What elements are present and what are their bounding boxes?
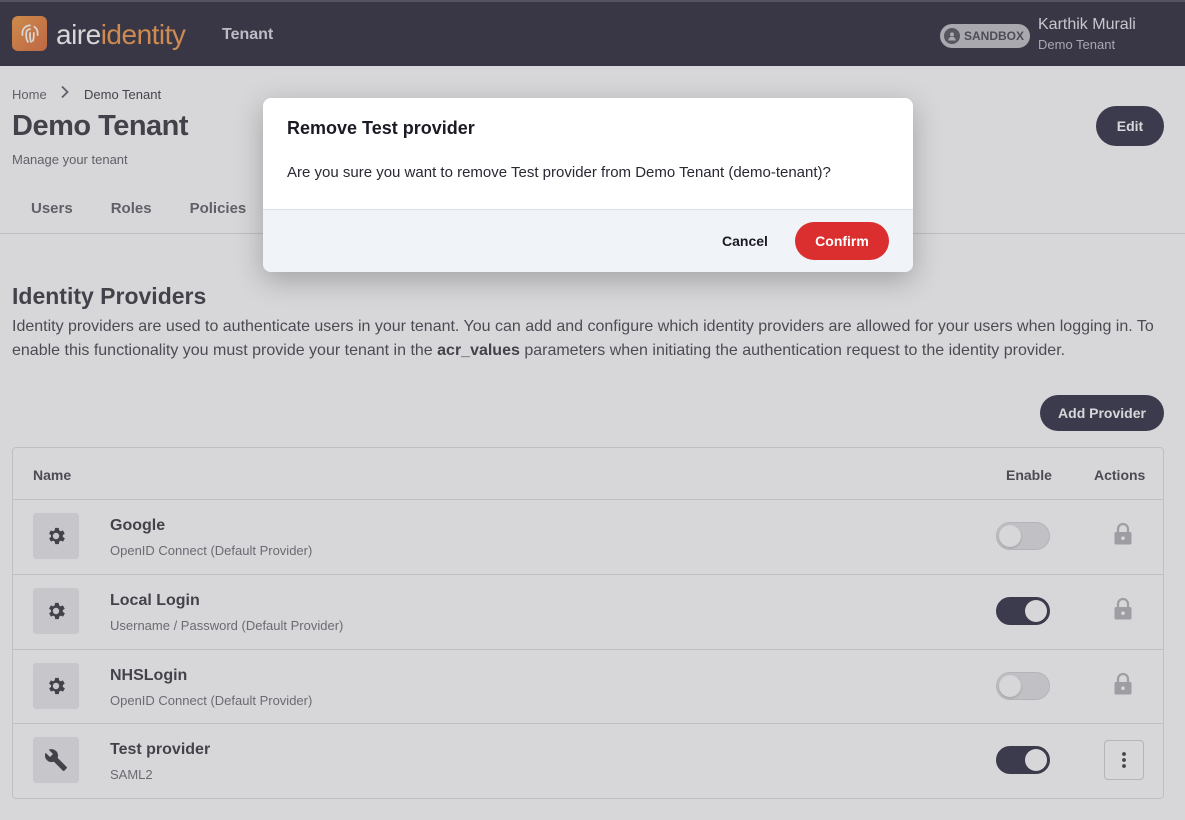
- remove-provider-dialog: Remove Test provider Are you sure you wa…: [263, 98, 913, 272]
- dialog-message: Are you sure you want to remove Test pro…: [287, 164, 831, 181]
- cancel-button[interactable]: Cancel: [713, 222, 777, 260]
- dialog-footer: Cancel Confirm: [263, 209, 913, 272]
- dialog-title: Remove Test provider: [287, 118, 475, 138]
- confirm-button[interactable]: Confirm: [795, 222, 889, 260]
